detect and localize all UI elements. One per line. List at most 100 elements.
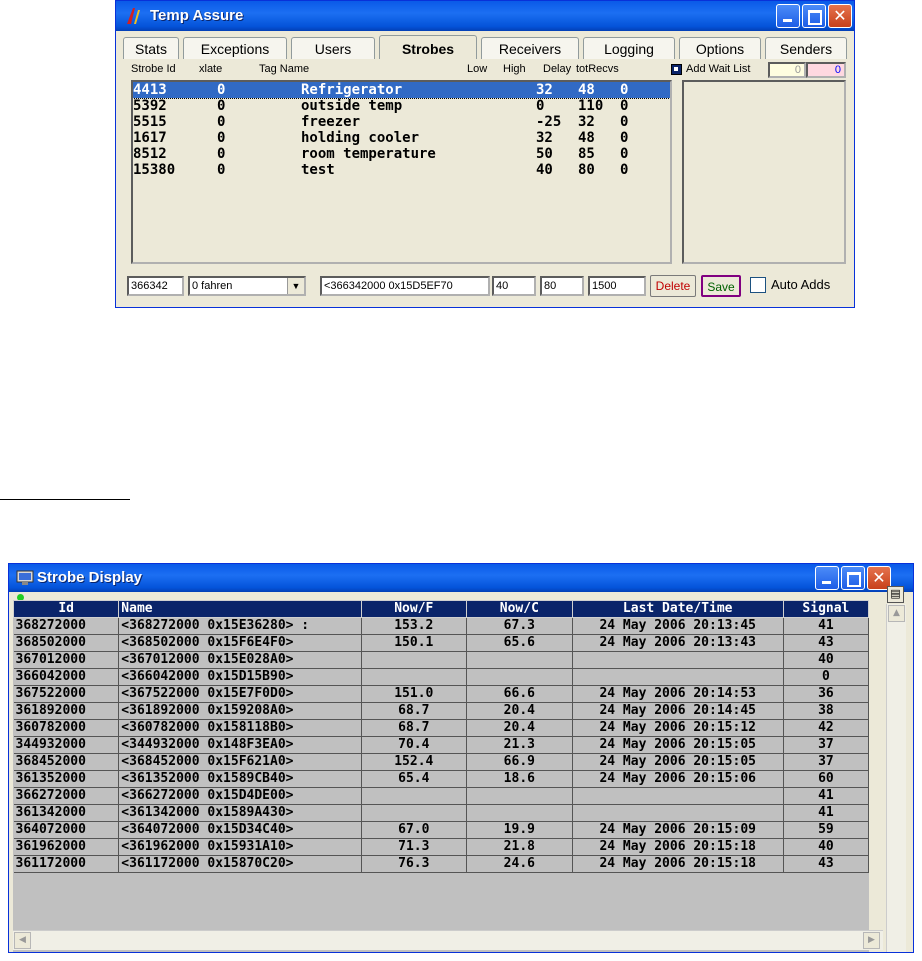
strobe-high: 48 [578,82,595,98]
table-cell: 76.3 [361,855,468,873]
table-row[interactable]: 361342000 <361342000 0x1589A430> 41 [13,804,870,822]
col-header[interactable]: Id [12,600,120,618]
auto-adds-checkbox[interactable] [750,277,766,293]
table-row[interactable]: 361892000 <361892000 0x159208A0> 68.7 20.4 2… [13,702,870,720]
table-cell: 151.0 [361,685,468,703]
tab-receivers[interactable]: Receivers [481,37,579,59]
list-item[interactable]: 5515 0 freezer -25 32 0 [133,114,670,130]
table-cell: 37 [783,753,870,771]
table-cell [361,804,468,822]
strobe-name-field[interactable]: <366342000 0x15D5EF70 [320,276,490,296]
tab-strip: Stats Exceptions Users Strobes Receivers… [123,35,849,61]
window-title: Temp Assure [150,7,244,24]
table-row[interactable]: 360782000 <360782000 0x158118B0> 68.7 20.4 2… [13,719,870,737]
col-header[interactable]: Signal [782,600,870,618]
maximize-icon [803,5,825,27]
table-cell: 40 [783,651,870,669]
col-header[interactable]: Now/F [360,600,468,618]
list-item[interactable]: 5392 0 outside temp 0 110 0 [133,98,670,114]
tab-users[interactable]: Users [291,37,375,59]
scroll-up-icon[interactable]: ▲ [888,605,905,622]
maximize-button[interactable] [841,566,865,590]
table-cell: 361892000 [13,702,120,720]
list-item[interactable]: 1617 0 holding cooler 32 48 0 [133,130,670,146]
tab-logging[interactable]: Logging [583,37,675,59]
tab-stats[interactable]: Stats [123,37,179,59]
delay-field[interactable]: 1500 [588,276,646,296]
table-cell: 70.4 [361,736,468,754]
table-cell: 24 May 2006 20:14:45 [572,702,784,720]
table-row[interactable]: 367012000 <367012000 0x15E028A0> 40 [13,651,870,669]
col-high: High [503,63,526,75]
col-header[interactable]: Name [118,600,362,618]
strobe-id-field[interactable]: 366342 [127,276,184,296]
table-cell: 24 May 2006 20:15:05 [572,753,784,771]
list-options-icon[interactable] [671,64,682,75]
col-header[interactable]: Last Date/Time [571,600,784,618]
xlate-select[interactable]: 0 fahren ▼ [188,276,306,296]
scroll-down-icon[interactable]: ▼ [888,952,905,953]
table-cell: 24 May 2006 20:15:18 [572,838,784,856]
list-item[interactable]: 8512 0 room temperature 50 85 0 [133,146,670,162]
strobe-high: 110 [578,98,604,114]
col-tag-name: Tag Name [259,63,310,75]
col-header[interactable]: Now/C [466,600,573,618]
strobe-low: 50 [536,146,553,162]
grid-options-icon[interactable]: ▤ [887,586,904,603]
tab-exceptions[interactable]: Exceptions [183,37,287,59]
strobe-xlate: 0 [217,114,226,130]
table-cell [361,787,468,805]
list-item[interactable]: 4413 0 Refrigerator 32 48 0 [133,82,670,99]
strobe-id: 5515 [133,114,167,130]
strobe-recvs: 0 [620,146,629,162]
strobe-xlate: 0 [217,162,226,178]
horizontal-scrollbar[interactable]: ◀ ▶ [13,930,883,950]
table-row[interactable]: 344932000 <344932000 0x148F3EA0> 70.4 21.3 2… [13,736,870,754]
table-row[interactable]: 366042000 <366042000 0x15D15B90> 0 [13,668,870,686]
table-cell: 361352000 [13,770,120,788]
table-row[interactable]: 368272000 <368272000 0x15E36280> :153.2 67… [13,617,870,635]
minimize-button[interactable] [776,4,800,28]
table-cell [572,651,784,669]
table-row[interactable]: 364072000 <364072000 0x15D34C40> 67.0 19.9 2… [13,821,870,839]
scroll-left-icon[interactable]: ◀ [14,932,31,949]
strobe-high: 32 [578,114,595,130]
chevron-down-icon[interactable]: ▼ [287,278,304,294]
col-strobe-id: Strobe Id [131,63,176,75]
minimize-button[interactable] [815,566,839,590]
low-field[interactable]: 40 [492,276,536,296]
scroll-right-icon[interactable]: ▶ [863,932,880,949]
table-cell: <361352000 0x1589CB40> [118,770,362,788]
strobe-recvs: 0 [620,82,629,98]
strobe-low: 40 [536,162,553,178]
table-row[interactable]: 368502000 <368502000 0x15F6E4F0> 150.1 65.6… [13,634,870,652]
title-bar[interactable]: Strobe Display ✕ [9,564,913,592]
strobes-list[interactable]: 4413 0 Refrigerator 32 48 0 5392 0 outside temp 0… [131,80,672,264]
maximize-button[interactable] [802,4,826,28]
table-row[interactable]: 361352000 <361352000 0x1589CB40> 65.4 18.6 2… [13,770,870,788]
delete-button[interactable]: Delete [650,275,696,297]
table-row[interactable]: 361962000 <361962000 0x15931A10> 71.3 21.8 2… [13,838,870,856]
table-row[interactable]: 367522000 <367522000 0x15E7F0D0> 151.0 66.6… [13,685,870,703]
table-cell: 344932000 [13,736,120,754]
tab-options[interactable]: Options [679,37,761,59]
vertical-scrollbar[interactable]: ▲ ▼ [886,604,906,953]
save-button[interactable]: Save [701,275,741,297]
title-bar[interactable]: Temp Assure ✕ [116,1,854,31]
high-field[interactable]: 80 [540,276,584,296]
table-row[interactable]: 366272000 <366272000 0x15D4DE00> 41 [13,787,870,805]
table-row[interactable]: 368452000 <368452000 0x15F621A0> 152.4 66.9… [13,753,870,771]
table-cell: <344932000 0x148F3EA0> [118,736,362,754]
list-item[interactable]: 15380 0 test 40 80 0 [133,162,670,178]
table-row[interactable]: 361172000 <361172000 0x15870C20> 76.3 24.6 2… [13,855,870,873]
strobe-grid[interactable]: Id Name Now/F Now/C Last Date/Time Signal 3682… [12,600,870,952]
add-wait-list-label: Add Wait List [686,63,751,75]
wait-list[interactable] [682,80,846,264]
tab-strobes[interactable]: Strobes [379,35,477,59]
table-cell: <366042000 0x15D15B90> [118,668,362,686]
tab-senders[interactable]: Senders [765,37,847,59]
table-cell: 24 May 2006 20:13:43 [572,634,784,652]
table-cell: 65.6 [466,634,573,652]
strobe-display-window: Strobe Display ✕ Id Name Now/F Now/C Last Da… [8,563,914,953]
close-button[interactable]: ✕ [828,4,852,28]
